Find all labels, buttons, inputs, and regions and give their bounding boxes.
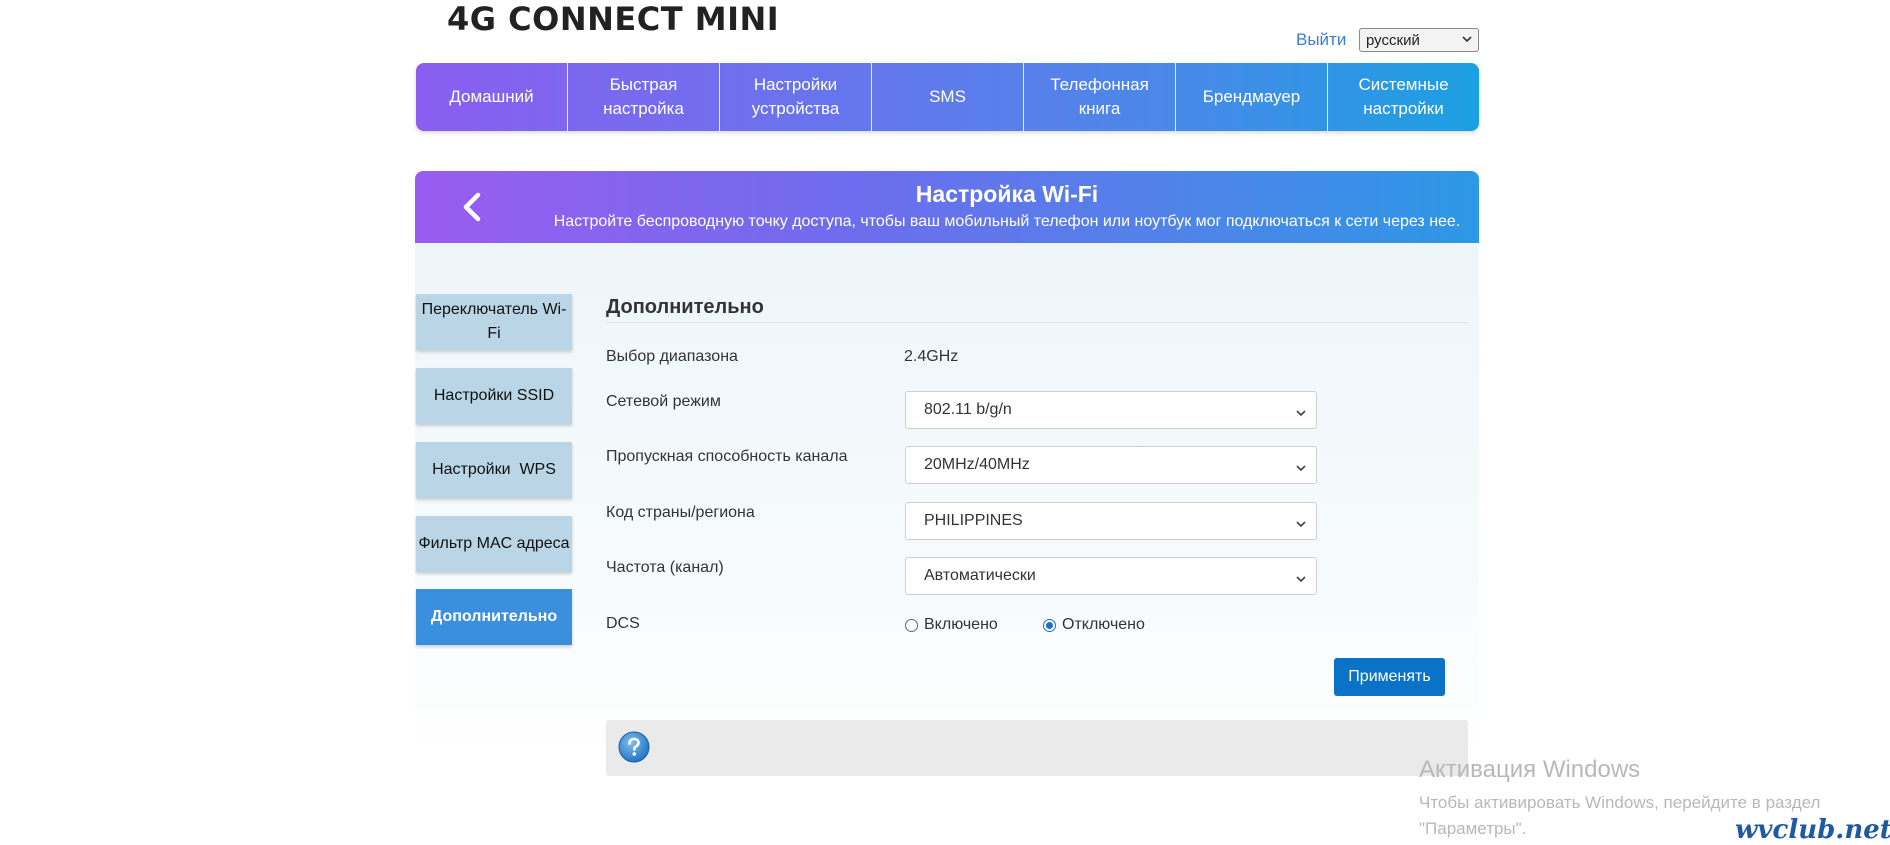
nav-item-system-settings[interactable]: Системные настройки: [1328, 63, 1479, 131]
channel-label: Частота (канал): [606, 559, 724, 576]
dcs-on-radio[interactable]: Включено: [905, 616, 998, 634]
country-label: Код страны/региона: [606, 504, 755, 521]
site-watermark: wvclub.net: [1735, 815, 1890, 845]
country-value: PHILIPPINES: [924, 512, 1023, 529]
windows-activation-title: Активация Windows: [1419, 756, 1641, 783]
page: 4G CONNECT MINI Выйти русский Домашний Б…: [0, 0, 1890, 845]
brand-title: 4G CONNECT MINI: [447, 0, 780, 38]
sidebar-item-mac-filter[interactable]: Фильтр MAC адреса: [416, 516, 572, 572]
radio-checked-icon: [1043, 618, 1056, 632]
radio-unchecked-icon: [905, 618, 918, 632]
channel-select[interactable]: Автоматически: [905, 557, 1317, 595]
language-select-value: русский: [1366, 31, 1420, 49]
nav-item-sms[interactable]: SMS: [872, 63, 1024, 131]
nav-item-home[interactable]: Домашний: [416, 63, 568, 131]
panel-title: Настройка Wi-Fi: [915, 181, 1099, 207]
chevron-down-icon: [1296, 571, 1306, 583]
help-box: [606, 720, 1468, 776]
nav-item-quick-setup[interactable]: Быстрая настройка: [568, 63, 720, 131]
sidebar-item-ssid-settings[interactable]: Настройки SSID: [416, 368, 572, 424]
dcs-on-label: Включено: [924, 616, 998, 633]
nav-item-firewall[interactable]: Брендмауер: [1176, 63, 1328, 131]
bandwidth-label: Пропускная способность канала: [606, 448, 848, 465]
bandwidth-value: 20MHz/40MHz: [924, 456, 1030, 473]
network-mode-label: Сетевой режим: [606, 393, 721, 410]
section-divider: [606, 322, 1468, 323]
chevron-down-icon: [1462, 33, 1472, 47]
logout-link[interactable]: Выйти: [1296, 30, 1346, 50]
chevron-down-icon: [1296, 516, 1306, 528]
band-label: Выбор диапазона: [606, 348, 738, 365]
dcs-off-radio[interactable]: Отключено: [1043, 616, 1145, 634]
apply-button[interactable]: Применять: [1334, 658, 1445, 696]
dcs-label: DCS: [606, 615, 640, 632]
nav-item-device-settings[interactable]: Настройки устройства: [720, 63, 872, 131]
network-mode-value: 802.11 b/g/n: [924, 401, 1012, 418]
dcs-off-label: Отключено: [1062, 616, 1145, 633]
sidebar-item-advanced[interactable]: Дополнительно: [416, 589, 572, 645]
chevron-down-icon: [1296, 460, 1306, 472]
nav-item-phonebook[interactable]: Телефонная книга: [1024, 63, 1176, 131]
band-value: 2.4GHz: [904, 348, 959, 365]
question-circle-icon[interactable]: [618, 731, 650, 763]
section-title: Дополнительно: [606, 296, 764, 318]
network-mode-select[interactable]: 802.11 b/g/n: [905, 391, 1317, 429]
sidebar-item-wifi-switch[interactable]: Переключатель Wi-Fi: [416, 294, 572, 350]
panel-header: Настройка Wi-Fi Настройте беспроводную т…: [415, 171, 1479, 243]
top-nav: Домашний Быстрая настройка Настройки уст…: [416, 63, 1479, 131]
country-select[interactable]: PHILIPPINES: [905, 502, 1317, 540]
channel-value: Автоматически: [924, 567, 1036, 584]
language-select[interactable]: русский: [1359, 28, 1479, 52]
bandwidth-select[interactable]: 20MHz/40MHz: [905, 446, 1317, 484]
sidebar-item-wps-settings[interactable]: Настройки WPS: [416, 442, 572, 498]
panel-subtitle: Настройте беспроводную точку доступа, чт…: [553, 213, 1461, 230]
chevron-down-icon: [1296, 405, 1306, 417]
